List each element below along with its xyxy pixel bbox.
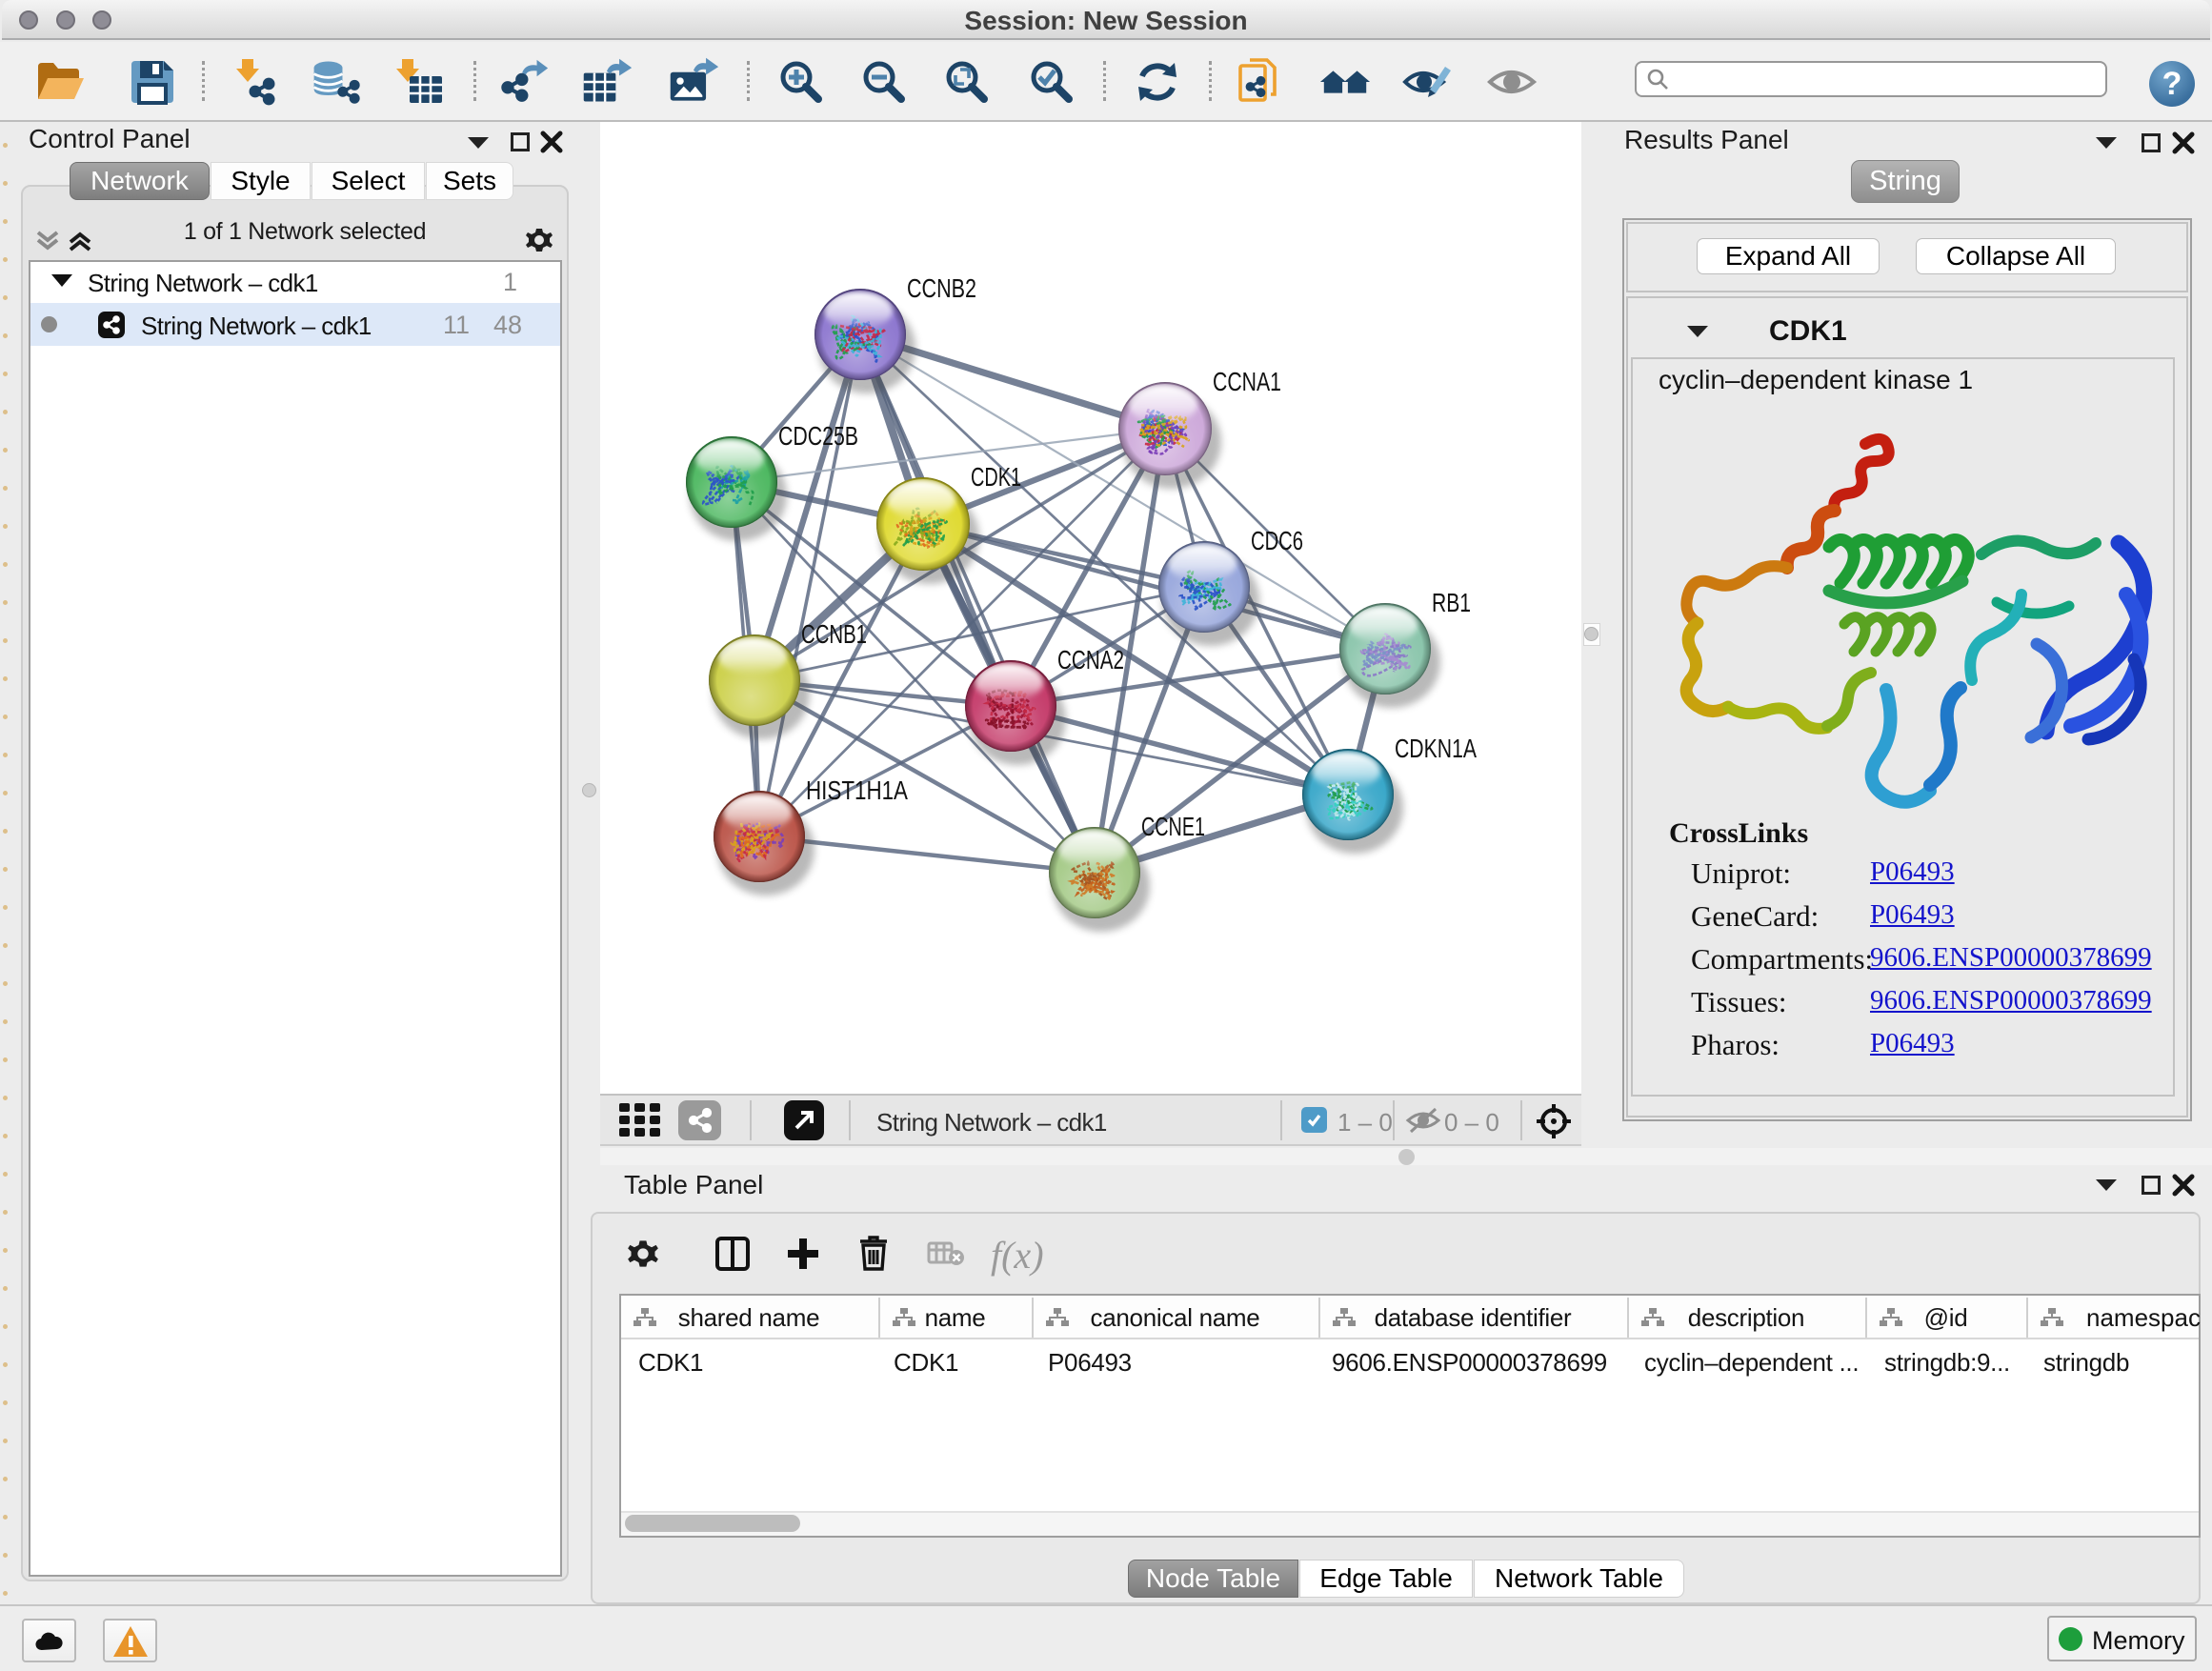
svg-text:CDC6: CDC6	[1251, 526, 1303, 555]
svg-text:CCNB2: CCNB2	[907, 273, 976, 303]
svg-text:HIST1H1A: HIST1H1A	[806, 775, 908, 805]
svg-text:CDC25B: CDC25B	[778, 421, 858, 451]
svg-text:CDKN1A: CDKN1A	[1395, 734, 1477, 763]
svg-text:RB1: RB1	[1432, 588, 1471, 617]
svg-text:CCNA2: CCNA2	[1057, 645, 1124, 674]
svg-text:CCNE1: CCNE1	[1141, 812, 1205, 841]
svg-text:CCNB1: CCNB1	[801, 619, 867, 649]
svg-text:CDK1: CDK1	[971, 462, 1021, 492]
svg-text:CCNA1: CCNA1	[1213, 367, 1281, 396]
